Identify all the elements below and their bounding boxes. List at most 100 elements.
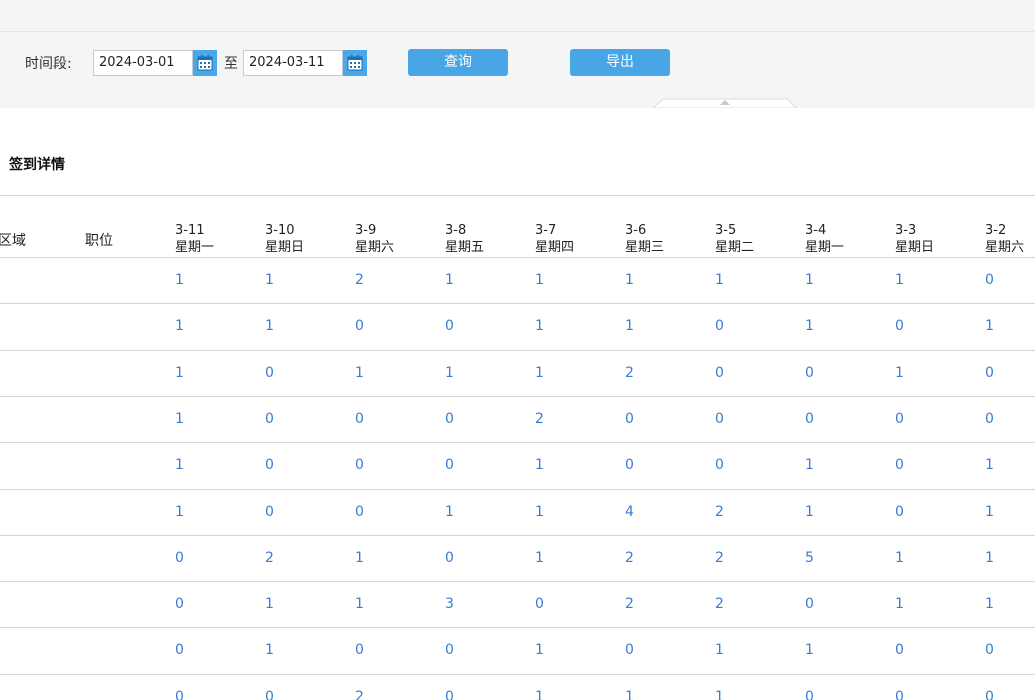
- checkin-count-cell[interactable]: 1: [175, 411, 184, 427]
- checkin-count-cell[interactable]: 1: [715, 689, 724, 700]
- checkin-count-cell[interactable]: 0: [175, 689, 184, 700]
- checkin-count-cell[interactable]: 0: [355, 318, 364, 334]
- checkin-count-cell[interactable]: 0: [355, 504, 364, 520]
- checkin-count-cell[interactable]: 0: [805, 365, 814, 381]
- checkin-count-cell[interactable]: 1: [625, 689, 634, 700]
- checkin-count-cell[interactable]: 1: [175, 365, 184, 381]
- checkin-count-cell[interactable]: 5: [805, 550, 814, 566]
- checkin-count-cell[interactable]: 0: [445, 642, 454, 658]
- checkin-count-cell[interactable]: 1: [175, 272, 184, 288]
- checkin-count-cell[interactable]: 0: [985, 689, 994, 700]
- checkin-count-cell[interactable]: 0: [445, 318, 454, 334]
- checkin-count-cell[interactable]: 1: [175, 504, 184, 520]
- checkin-count-cell[interactable]: 1: [985, 504, 994, 520]
- checkin-count-cell[interactable]: 2: [355, 689, 364, 700]
- checkin-count-cell[interactable]: 0: [445, 689, 454, 700]
- checkin-count-cell[interactable]: 2: [625, 550, 634, 566]
- checkin-count-cell[interactable]: 0: [895, 457, 904, 473]
- checkin-count-cell[interactable]: 1: [265, 272, 274, 288]
- checkin-count-cell[interactable]: 1: [805, 504, 814, 520]
- checkin-count-cell[interactable]: 2: [625, 596, 634, 612]
- checkin-count-cell[interactable]: 1: [895, 272, 904, 288]
- checkin-count-cell[interactable]: 0: [985, 272, 994, 288]
- checkin-count-cell[interactable]: 0: [265, 504, 274, 520]
- checkin-count-cell[interactable]: 1: [265, 318, 274, 334]
- checkin-count-cell[interactable]: 0: [355, 457, 364, 473]
- checkin-count-cell[interactable]: 1: [895, 365, 904, 381]
- checkin-count-cell[interactable]: 0: [625, 457, 634, 473]
- checkin-count-cell[interactable]: 1: [445, 272, 454, 288]
- checkin-count-cell[interactable]: 1: [715, 642, 724, 658]
- checkin-count-cell[interactable]: 0: [175, 550, 184, 566]
- checkin-count-cell[interactable]: 0: [445, 457, 454, 473]
- checkin-count-cell[interactable]: 1: [535, 689, 544, 700]
- checkin-count-cell[interactable]: 0: [895, 318, 904, 334]
- checkin-count-cell[interactable]: 2: [625, 365, 634, 381]
- checkin-count-cell[interactable]: 0: [535, 596, 544, 612]
- checkin-count-cell[interactable]: 1: [535, 550, 544, 566]
- checkin-count-cell[interactable]: 0: [445, 550, 454, 566]
- collapse-toggle[interactable]: [653, 98, 797, 108]
- checkin-count-cell[interactable]: 2: [355, 272, 364, 288]
- checkin-count-cell[interactable]: 1: [805, 318, 814, 334]
- checkin-count-cell[interactable]: 1: [895, 596, 904, 612]
- checkin-count-cell[interactable]: 2: [535, 411, 544, 427]
- checkin-count-cell[interactable]: 1: [355, 596, 364, 612]
- checkin-count-cell[interactable]: 0: [805, 596, 814, 612]
- checkin-count-cell[interactable]: 1: [805, 272, 814, 288]
- checkin-count-cell[interactable]: 1: [535, 318, 544, 334]
- checkin-count-cell[interactable]: 0: [625, 411, 634, 427]
- checkin-count-cell[interactable]: 1: [985, 596, 994, 612]
- export-button[interactable]: 导出: [570, 49, 670, 76]
- checkin-count-cell[interactable]: 1: [535, 272, 544, 288]
- checkin-count-cell[interactable]: 0: [985, 365, 994, 381]
- checkin-count-cell[interactable]: 0: [625, 642, 634, 658]
- checkin-count-cell[interactable]: 1: [625, 318, 634, 334]
- checkin-count-cell[interactable]: 1: [445, 365, 454, 381]
- checkin-count-cell[interactable]: 0: [985, 642, 994, 658]
- checkin-count-cell[interactable]: 1: [805, 642, 814, 658]
- checkin-count-cell[interactable]: 1: [985, 550, 994, 566]
- checkin-count-cell[interactable]: 0: [805, 689, 814, 700]
- checkin-count-cell[interactable]: 1: [265, 642, 274, 658]
- checkin-count-cell[interactable]: 1: [805, 457, 814, 473]
- checkin-count-cell[interactable]: 0: [265, 365, 274, 381]
- checkin-count-cell[interactable]: 1: [535, 457, 544, 473]
- checkin-count-cell[interactable]: 0: [895, 642, 904, 658]
- checkin-count-cell[interactable]: 0: [895, 411, 904, 427]
- query-button[interactable]: 查询: [408, 49, 508, 76]
- checkin-count-cell[interactable]: 2: [715, 596, 724, 612]
- checkin-count-cell[interactable]: 0: [805, 411, 814, 427]
- checkin-count-cell[interactable]: 0: [355, 411, 364, 427]
- checkin-count-cell[interactable]: 0: [715, 318, 724, 334]
- checkin-count-cell[interactable]: 0: [175, 596, 184, 612]
- checkin-count-cell[interactable]: 1: [895, 550, 904, 566]
- checkin-count-cell[interactable]: 1: [715, 272, 724, 288]
- checkin-count-cell[interactable]: 2: [715, 504, 724, 520]
- checkin-count-cell[interactable]: 2: [715, 550, 724, 566]
- checkin-count-cell[interactable]: 1: [265, 596, 274, 612]
- checkin-count-cell[interactable]: 1: [985, 457, 994, 473]
- checkin-count-cell[interactable]: 1: [535, 365, 544, 381]
- checkin-count-cell[interactable]: 0: [265, 689, 274, 700]
- checkin-count-cell[interactable]: 0: [265, 457, 274, 473]
- checkin-count-cell[interactable]: 0: [715, 365, 724, 381]
- checkin-count-cell[interactable]: 1: [445, 504, 454, 520]
- checkin-count-cell[interactable]: 1: [625, 272, 634, 288]
- end-date-input[interactable]: 2024-03-11: [243, 50, 343, 76]
- checkin-count-cell[interactable]: 0: [715, 457, 724, 473]
- checkin-count-cell[interactable]: 1: [175, 318, 184, 334]
- checkin-count-cell[interactable]: 4: [625, 504, 634, 520]
- checkin-count-cell[interactable]: 0: [355, 642, 364, 658]
- checkin-count-cell[interactable]: 1: [355, 550, 364, 566]
- checkin-count-cell[interactable]: 0: [715, 411, 724, 427]
- end-date-picker-button[interactable]: [343, 50, 367, 76]
- checkin-count-cell[interactable]: 3: [445, 596, 454, 612]
- checkin-count-cell[interactable]: 0: [445, 411, 454, 427]
- checkin-count-cell[interactable]: 0: [265, 411, 274, 427]
- checkin-count-cell[interactable]: 1: [535, 642, 544, 658]
- checkin-count-cell[interactable]: 0: [895, 504, 904, 520]
- checkin-count-cell[interactable]: 1: [355, 365, 364, 381]
- checkin-count-cell[interactable]: 0: [895, 689, 904, 700]
- checkin-count-cell[interactable]: 2: [265, 550, 274, 566]
